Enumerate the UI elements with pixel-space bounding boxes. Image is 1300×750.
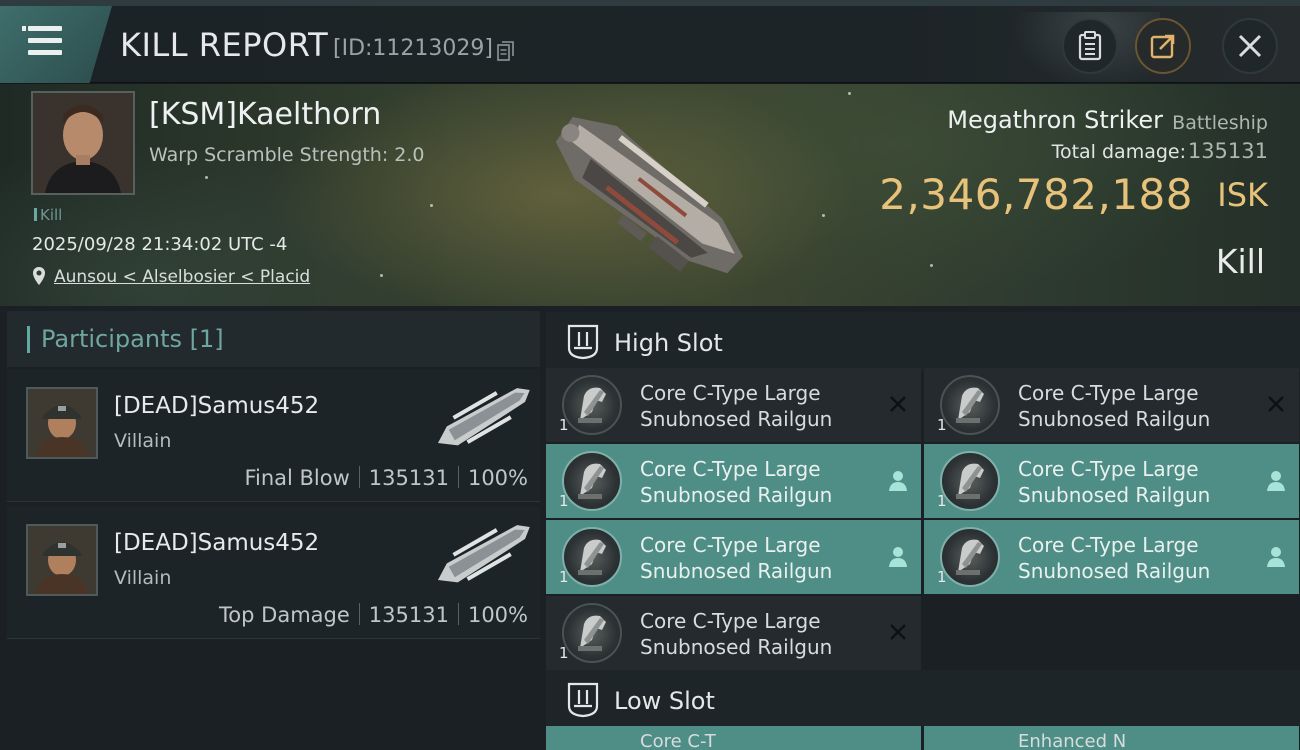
high-slot-icon bbox=[567, 324, 599, 360]
module-name: Enhanced N bbox=[1018, 732, 1127, 748]
kill-report-header: KILL REPORT [ID:11213029] bbox=[0, 6, 1300, 89]
total-damage-label: Total damage: bbox=[1051, 141, 1186, 163]
module-name: Core C-Type Large Snubnosed Railgun bbox=[1018, 381, 1211, 431]
participants-title: Participants [1] bbox=[41, 325, 224, 353]
high-slot-title: High Slot bbox=[614, 329, 723, 357]
railgun-icon bbox=[574, 382, 612, 426]
high-slot-module[interactable]: 1 Core C-Type Large Snubnosed Railgun bbox=[546, 520, 921, 594]
module-quantity: 1 bbox=[559, 644, 569, 662]
share-icon bbox=[1150, 34, 1175, 59]
menu-button[interactable] bbox=[0, 6, 112, 83]
close-button[interactable] bbox=[1222, 18, 1278, 74]
module-name: Core C-Type Large Snubnosed Railgun bbox=[1018, 457, 1211, 507]
participant-name[interactable]: [DEAD]Samus452 bbox=[114, 393, 319, 419]
clipboard-icon bbox=[1078, 31, 1102, 61]
railgun-icon bbox=[952, 534, 990, 578]
kill-location-link[interactable]: Aunsou < Alselbosier < Placid bbox=[54, 267, 310, 287]
participant-stats: Top Damage 135131 100% bbox=[219, 603, 528, 627]
participant-portrait bbox=[28, 389, 96, 457]
participant-role: Villain bbox=[114, 567, 172, 589]
high-slot-module[interactable]: 1 Core C-Type Large Snubnosed Railgun bbox=[546, 444, 921, 518]
module-quantity: 1 bbox=[937, 492, 947, 510]
high-slot-module[interactable]: 1 Core C-Type Large Snubnosed Railgun bbox=[924, 444, 1299, 518]
module-quantity: 1 bbox=[559, 492, 569, 510]
railgun-icon bbox=[574, 610, 612, 654]
destroyed-x-icon bbox=[1266, 394, 1286, 416]
pilot-avatar bbox=[33, 93, 133, 193]
low-slot-module[interactable]: Enhanced N bbox=[924, 726, 1299, 750]
participant-ship-image[interactable] bbox=[427, 514, 539, 594]
module-quantity: 1 bbox=[559, 568, 569, 586]
close-icon bbox=[1238, 34, 1262, 58]
railgun-icon bbox=[574, 534, 612, 578]
dropped-person-icon bbox=[1266, 546, 1286, 568]
ship-name[interactable]: Megathron Striker bbox=[947, 106, 1163, 134]
destroyed-x-icon bbox=[888, 394, 908, 416]
kill-tag: Kill bbox=[34, 206, 62, 224]
copy-icon[interactable] bbox=[497, 41, 514, 61]
warp-scramble-strength: Warp Scramble Strength: 2.0 bbox=[149, 144, 425, 166]
participant-damage: 135131 bbox=[368, 603, 449, 627]
participant-ship-image[interactable] bbox=[427, 377, 539, 457]
victim-name[interactable]: [KSM]Kaelthorn bbox=[149, 97, 381, 132]
module-name: Core C-Type Large Snubnosed Railgun bbox=[1018, 533, 1211, 583]
participant-avatar[interactable] bbox=[26, 387, 98, 459]
module-name: Core C-Type Large Snubnosed Railgun bbox=[640, 381, 833, 431]
participants-panel: Participants [1] [DEAD]Samus452 Villain … bbox=[0, 306, 540, 750]
total-damage-value: 135131 bbox=[1187, 139, 1268, 163]
module-quantity: 1 bbox=[937, 568, 947, 586]
participant-stats: Final Blow 135131 100% bbox=[244, 466, 528, 490]
participant-name[interactable]: [DEAD]Samus452 bbox=[114, 530, 319, 556]
isk-label: ISK bbox=[1217, 176, 1268, 214]
low-slot-title: Low Slot bbox=[614, 687, 715, 715]
module-name: Core C-Type Large Snubnosed Railgun bbox=[640, 457, 833, 507]
participants-header[interactable]: Participants [1] bbox=[7, 311, 540, 367]
high-slot-module[interactable]: 1 Core C-Type Large Snubnosed Railgun bbox=[546, 368, 921, 442]
high-slot-header: High Slot bbox=[546, 312, 1300, 372]
destroyed-x-icon bbox=[888, 622, 908, 644]
participant-role: Villain bbox=[114, 430, 172, 452]
page-title: KILL REPORT bbox=[120, 26, 329, 64]
fitting-panel: High Slot 1 Core C-Type Large Snubnosed R… bbox=[540, 306, 1300, 750]
high-slot-module[interactable]: 1 Core C-Type Large Snubnosed Railgun bbox=[924, 520, 1299, 594]
ship-class: Battleship bbox=[1172, 112, 1268, 134]
railgun-icon bbox=[952, 458, 990, 502]
clipboard-button[interactable] bbox=[1062, 18, 1118, 74]
participant-row[interactable]: [DEAD]Samus452 Villain Top Damage 135131 1… bbox=[7, 506, 540, 639]
report-id: [ID:11213029] bbox=[333, 36, 493, 61]
location-pin-icon bbox=[33, 267, 45, 285]
module-quantity: 1 bbox=[937, 416, 947, 434]
participant-damage: 135131 bbox=[368, 466, 449, 490]
victim-portrait[interactable] bbox=[31, 91, 135, 195]
railgun-icon bbox=[952, 382, 990, 426]
share-button[interactable] bbox=[1135, 18, 1191, 74]
low-slot-header: Low Slot bbox=[546, 670, 1300, 726]
victim-ship-image[interactable] bbox=[520, 88, 770, 302]
victim-summary: [KSM]Kaelthorn Warp Scramble Strength: 2… bbox=[0, 84, 1300, 306]
participant-row[interactable]: [DEAD]Samus452 Villain Final Blow 135131 1… bbox=[7, 369, 540, 502]
participant-stat-label: Top Damage bbox=[219, 603, 350, 627]
high-slot-module[interactable]: 1 Core C-Type Large Snubnosed Railgun bbox=[924, 368, 1299, 442]
module-name: Core C-Type Large Snubnosed Railgun bbox=[640, 533, 833, 583]
module-quantity: 1 bbox=[559, 416, 569, 434]
railgun-icon bbox=[574, 458, 612, 502]
low-slot-icon bbox=[567, 682, 599, 718]
dropped-person-icon bbox=[888, 546, 908, 568]
participant-stat-label: Final Blow bbox=[244, 466, 350, 490]
dropped-person-icon bbox=[888, 470, 908, 492]
kill-timestamp: 2025/09/28 21:34:02 UTC -4 bbox=[32, 234, 288, 255]
dropped-person-icon bbox=[1266, 470, 1286, 492]
low-slot-module[interactable]: Core C-T bbox=[546, 726, 921, 750]
kill-result-label: Kill bbox=[1215, 242, 1265, 281]
module-name: Core C-T bbox=[640, 732, 716, 748]
high-slot-module[interactable]: 1 Core C-Type Large Snubnosed Railgun bbox=[546, 596, 921, 670]
participant-percent: 100% bbox=[467, 466, 528, 490]
module-name: Core C-Type Large Snubnosed Railgun bbox=[640, 609, 833, 659]
participant-portrait bbox=[28, 526, 96, 594]
isk-value: 2,346,782,188 bbox=[879, 170, 1193, 219]
participant-avatar[interactable] bbox=[26, 524, 98, 596]
participant-percent: 100% bbox=[467, 603, 528, 627]
